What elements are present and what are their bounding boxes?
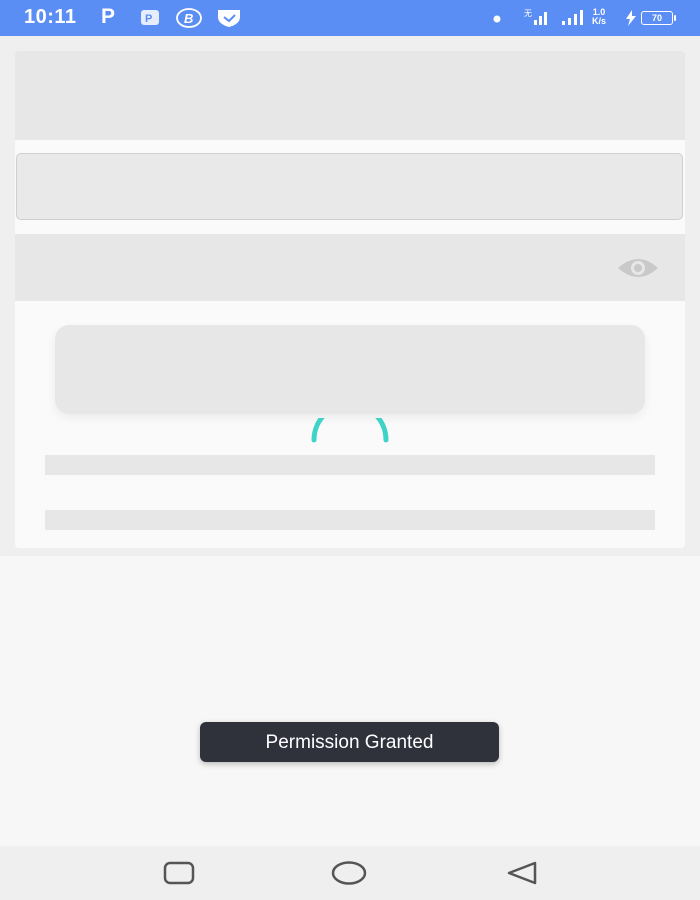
charging-icon — [626, 10, 636, 26]
status-bar: 10:11 P P B 无 1.0 K/s 70 — [0, 0, 700, 36]
svg-text:B: B — [184, 11, 193, 26]
text-line-placeholder — [45, 455, 655, 475]
submit-button-placeholder[interactable] — [55, 325, 645, 414]
username-field-placeholder[interactable] — [16, 153, 683, 220]
status-time: 10:11 — [24, 6, 77, 28]
text-line-placeholder — [45, 510, 655, 530]
password-field-placeholder[interactable] — [15, 234, 685, 301]
system-nav-bar — [0, 846, 700, 900]
header-placeholder — [15, 51, 685, 140]
network-speed: 1.0 K/s — [592, 7, 607, 26]
dot-icon — [493, 15, 501, 23]
parking-icon: P — [141, 10, 159, 25]
app-notification-letter: P — [101, 5, 116, 28]
eye-icon[interactable] — [616, 256, 660, 280]
loading-spinner — [311, 418, 389, 443]
signal-icon: 无 — [524, 9, 547, 25]
home-icon[interactable] — [331, 860, 367, 886]
toast-message: Permission Granted — [200, 722, 499, 762]
signal-icon — [562, 10, 583, 25]
shield-icon — [218, 10, 240, 27]
battery-icon: 70 — [641, 11, 676, 25]
recent-apps-icon[interactable] — [161, 860, 197, 886]
svg-text:无: 无 — [524, 9, 532, 18]
b-circle-icon: B — [176, 8, 202, 28]
svg-text:P: P — [145, 13, 152, 25]
back-icon[interactable] — [503, 860, 539, 886]
